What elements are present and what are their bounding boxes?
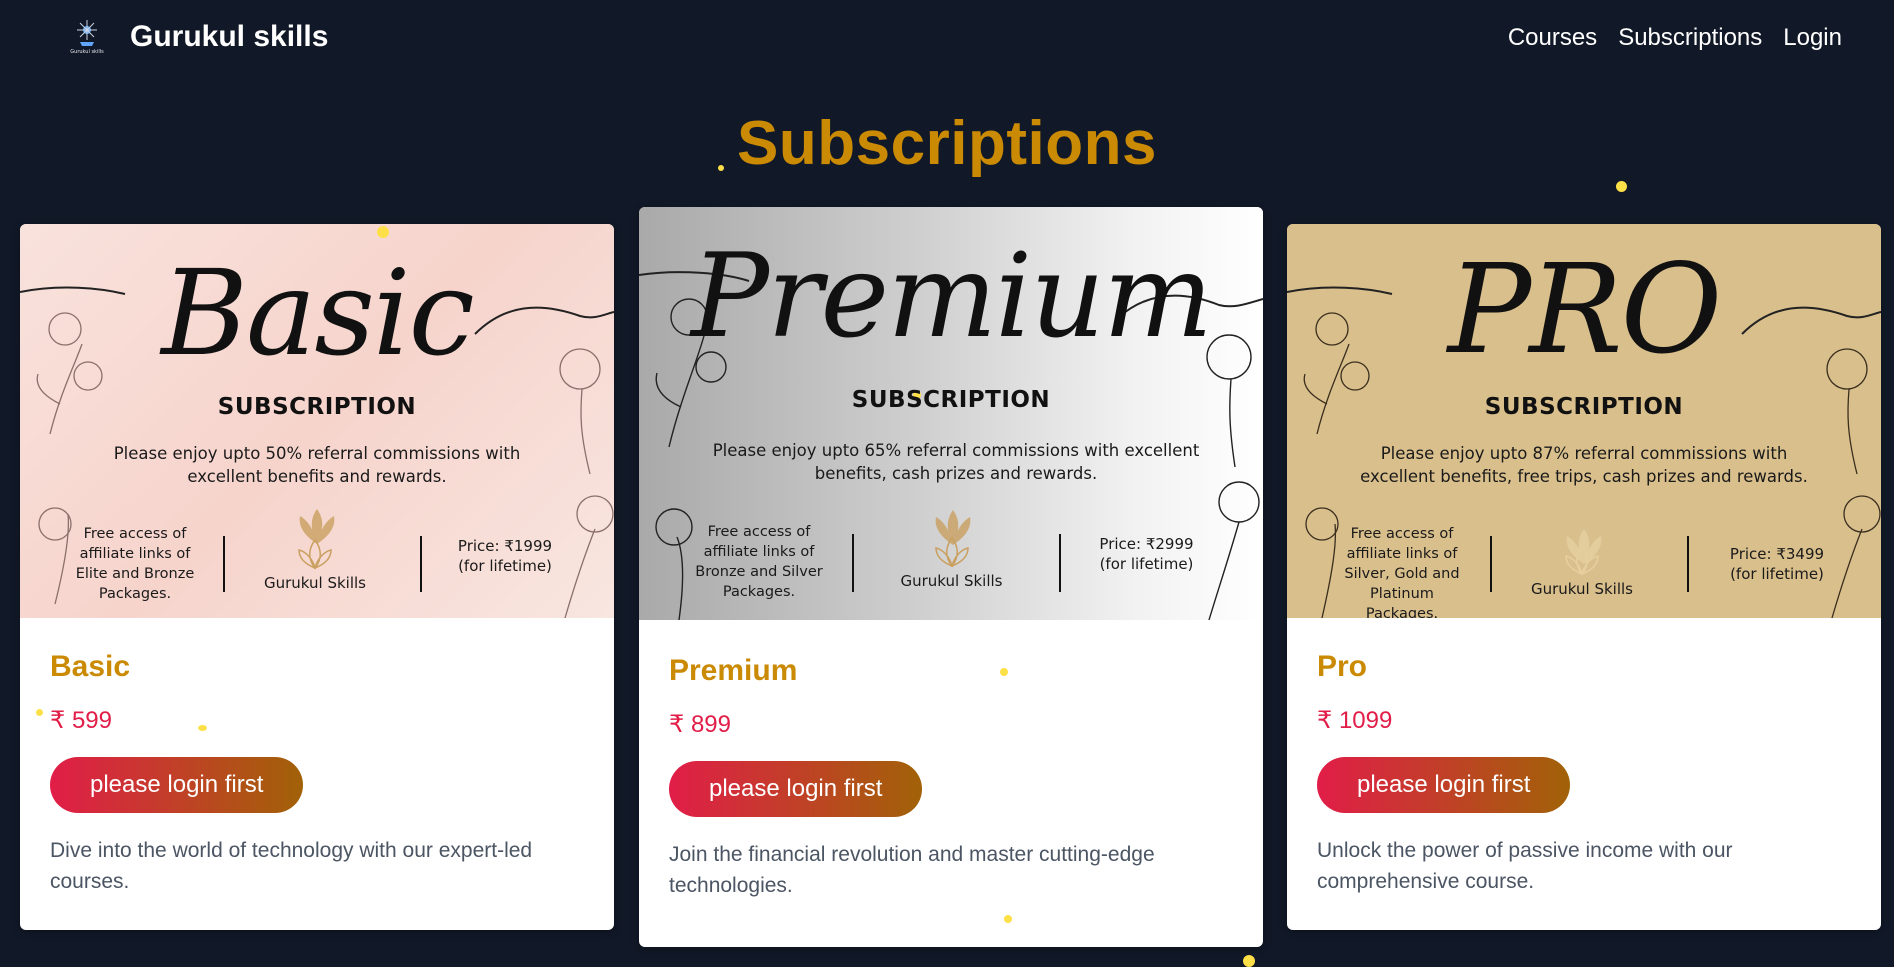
divider [1687, 536, 1689, 592]
banner-brand-text: Gurukul Skills [264, 574, 366, 592]
plan-name: Premium [669, 654, 798, 687]
nav-links: Courses Subscriptions Login [1508, 24, 1842, 52]
plan-description: Unlock the power of passive income with … [1317, 839, 1733, 893]
page-title: Subscriptions [737, 109, 1157, 178]
login-first-button[interactable]: please login first [50, 757, 304, 813]
banner-price-block: Price: ₹1999 (for lifetime) [440, 536, 570, 576]
banner-brand-block: Gurukul Skills [240, 538, 390, 592]
divider [420, 536, 422, 592]
nav-subscriptions-link[interactable]: Subscriptions [1618, 24, 1762, 52]
plan-price: ₹ 599 [50, 707, 112, 734]
banner-access-text: Free access of affiliate links of Elite … [75, 526, 195, 602]
plan-banner-basic: Basic SUBSCRIPTION Please enjoy upto 50%… [20, 224, 614, 618]
banner-price-note: (for lifetime) [458, 557, 552, 575]
brand-name[interactable]: Gurukul skills [130, 20, 328, 54]
decor-dot [36, 709, 43, 716]
decor-dot [198, 725, 207, 731]
decor-dot [718, 165, 724, 171]
banner-subscription-label: SUBSCRIPTION [851, 387, 1051, 413]
banner-script-title: Premium [691, 229, 1213, 364]
lotus-icon [298, 538, 332, 570]
decor-dot [1004, 915, 1012, 923]
banner-description: Please enjoy upto 50% referral commissio… [113, 444, 521, 486]
plan-name: Pro [1317, 650, 1368, 683]
banner-price: Price: ₹2999 [1099, 535, 1194, 553]
plan-name: Basic [50, 650, 131, 683]
banner-price: Price: ₹1999 [457, 537, 553, 555]
nav-courses-link[interactable]: Courses [1508, 24, 1597, 52]
decor-dot [1243, 955, 1255, 967]
divider [1490, 536, 1492, 592]
banner-info-row: Free access of affiliate links of Elite … [20, 524, 614, 604]
plan-price: ₹ 1099 [1317, 707, 1393, 734]
nav-login-link[interactable]: Login [1783, 24, 1842, 52]
divider [1059, 534, 1061, 592]
banner-script-title: PRO [1447, 238, 1722, 382]
banner-description: Please enjoy upto 87% referral commissio… [1360, 444, 1808, 486]
divider [852, 534, 854, 592]
divider [223, 536, 225, 592]
plan-card-basic: Basic SUBSCRIPTION Please enjoy upto 50%… [20, 224, 614, 930]
banner-access-text: Free access of affiliate links of Bronze… [695, 524, 823, 600]
lotus-icon [1565, 544, 1599, 576]
plan-body-basic: Basic ₹ 599 please login first Dive into… [50, 650, 584, 897]
plan-description: Dive into the world of technology with o… [50, 839, 533, 893]
plan-price: ₹ 899 [669, 711, 731, 738]
decor-dot [1000, 668, 1008, 676]
banner-price: Price: ₹3499 [1729, 545, 1825, 563]
plan-body-pro: Pro ₹ 1099 please login first Unlock the… [1317, 650, 1851, 897]
login-first-button[interactable]: please login first [1317, 757, 1571, 813]
logo-text: Gurukul skills [70, 49, 104, 55]
banner-brand-text: Gurukul Skills [900, 572, 1003, 590]
banner-brand-block: Gurukul Skills [1507, 544, 1657, 598]
banner-info-row: Free access of affiliate links of Bronze… [639, 522, 1263, 602]
plan-banner-premium: Premium SUBSCRIPTION Please enjoy upto 6… [639, 207, 1263, 620]
banner-script-title: Basic [161, 244, 474, 382]
banner-subscription-label: SUBSCRIPTION [217, 394, 417, 420]
banner-info-row: Free access of affiliate links of Silver… [1287, 524, 1881, 618]
decor-dot [1616, 181, 1627, 192]
top-navbar: Gurukul skills Gurukul skills Courses Su… [0, 0, 1894, 80]
banner-price-note: (for lifetime) [1099, 555, 1194, 573]
logo-icon[interactable]: Gurukul skills [68, 18, 106, 56]
banner-brand-text: Gurukul Skills [1531, 580, 1633, 598]
banner-brand-block: Gurukul Skills [874, 536, 1029, 590]
banner-price-block: Price: ₹2999 (for lifetime) [1079, 534, 1214, 574]
banner-subscription-label: SUBSCRIPTION [1484, 394, 1684, 420]
plan-card-pro: PRO SUBSCRIPTION Please enjoy upto 87% r… [1287, 224, 1881, 930]
banner-price-block: Price: ₹3499 (for lifetime) [1707, 544, 1847, 584]
banner-price-note: (for lifetime) [1730, 565, 1824, 583]
login-first-button[interactable]: please login first [669, 761, 923, 817]
banner-description: Please enjoy upto 65% referral commissio… [712, 441, 1200, 483]
plan-card-premium: Premium SUBSCRIPTION Please enjoy upto 6… [639, 207, 1263, 947]
lotus-icon [934, 536, 969, 568]
plan-body-premium: Premium ₹ 899 please login first Join th… [669, 654, 1233, 901]
plan-description: Join the financial revolution and master… [669, 843, 1155, 897]
plan-banner-pro: PRO SUBSCRIPTION Please enjoy upto 87% r… [1287, 224, 1881, 618]
banner-access-text: Free access of affiliate links of Silver… [1344, 526, 1460, 618]
